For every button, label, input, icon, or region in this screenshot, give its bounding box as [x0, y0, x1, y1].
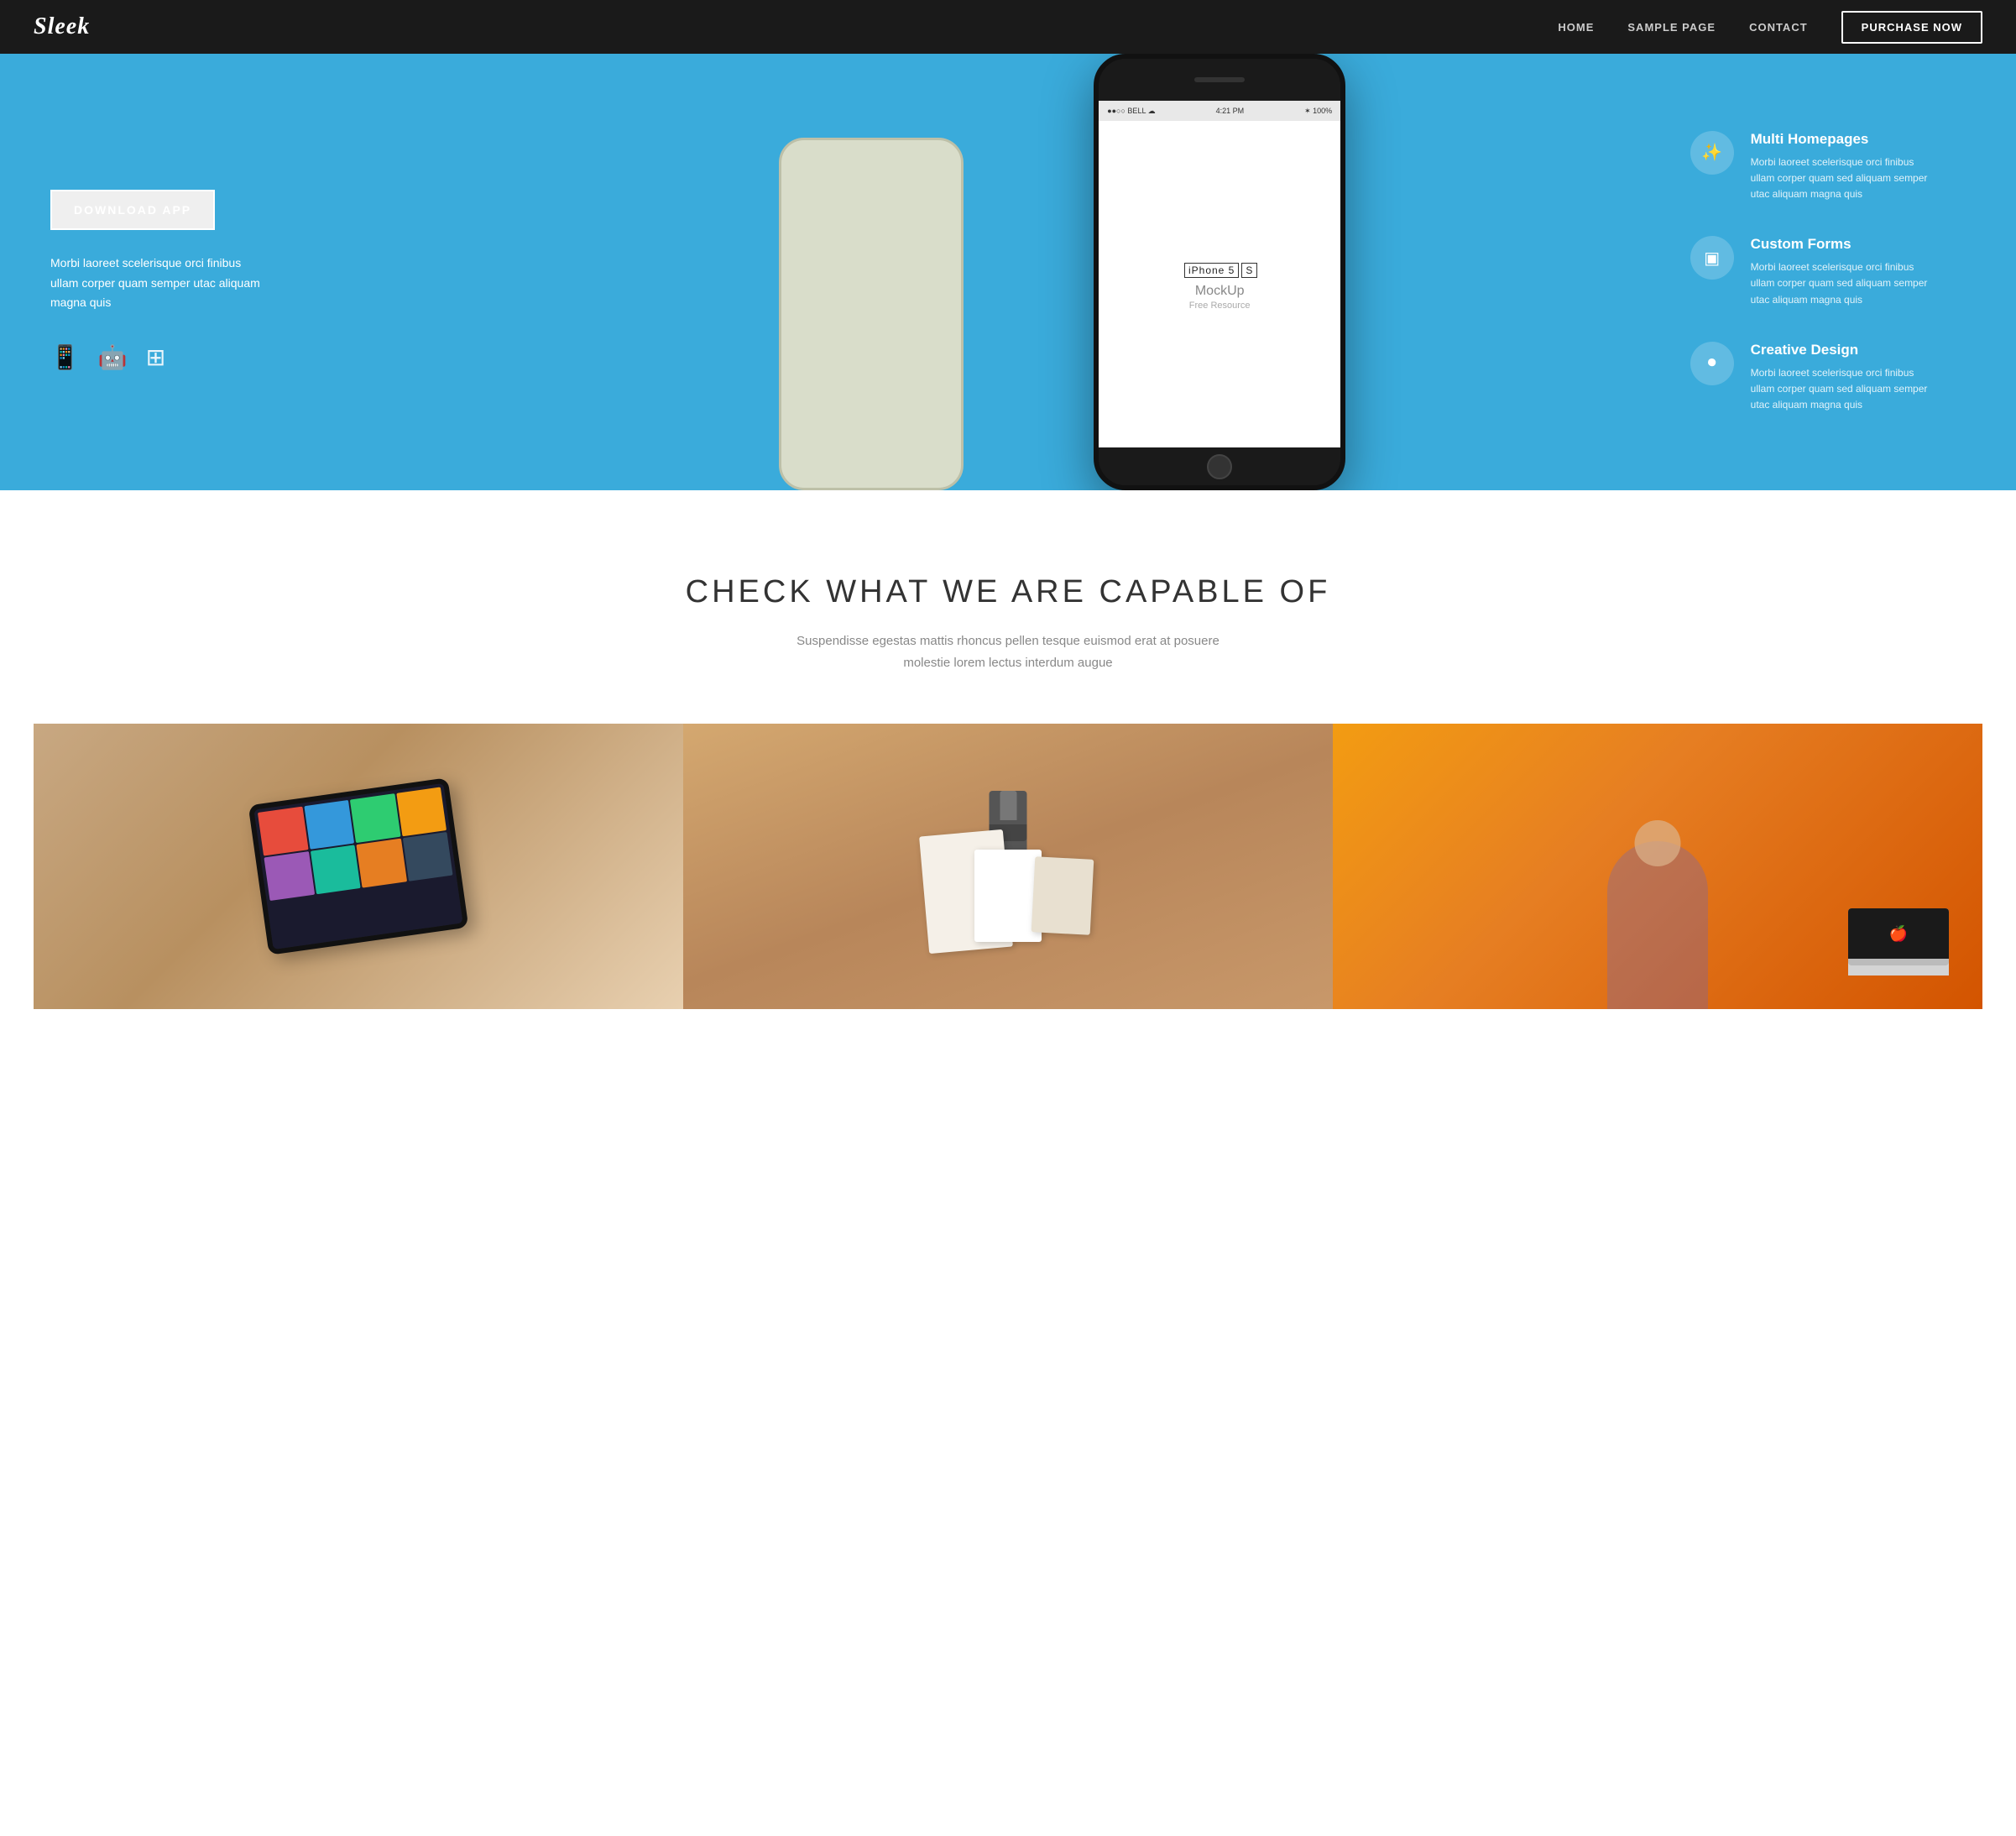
- hero-features: ✨ Multi Homepages Morbi laoreet sceleris…: [1674, 54, 2016, 490]
- feature-creative-design-title: Creative Design: [1751, 342, 1935, 358]
- download-app-button[interactable]: DOWNLOAD APP: [50, 190, 215, 230]
- nav-home[interactable]: HOME: [1558, 21, 1594, 34]
- phone-mockup-text: MockUp: [1195, 284, 1245, 299]
- nav-links: HOME SAMPLE PAGE CONTACT PURCHASE NOW: [1558, 11, 1982, 44]
- phone-model-suffix: S: [1241, 263, 1257, 278]
- hero-left: DOWNLOAD APP Morbi laoreet scelerisque o…: [0, 54, 766, 490]
- phone-screen: ●●○○ BELL ☁ 4:21 PM ✶ 100% iPhone 5S Moc…: [1099, 101, 1340, 447]
- nav-sample-page[interactable]: SAMPLE PAGE: [1627, 21, 1716, 34]
- stationery-items: [899, 782, 1117, 950]
- feature-multi-homepages: ✨ Multi Homepages Morbi laoreet sceleris…: [1690, 131, 1991, 203]
- feature-custom-forms-text: Custom Forms Morbi laoreet scelerisque o…: [1751, 236, 1935, 308]
- stationery-card-3: [1032, 856, 1094, 935]
- phone-speaker: [1194, 77, 1245, 82]
- phone-status-left: ●●○○ BELL ☁: [1107, 107, 1155, 116]
- feature-custom-forms-desc: Morbi laoreet scelerisque orci finibus u…: [1751, 259, 1935, 308]
- image-card-person: 🍎: [1333, 724, 1982, 1009]
- phone-status-bar: ●●○○ BELL ☁ 4:21 PM ✶ 100%: [1099, 101, 1340, 121]
- laptop-base: [1848, 959, 1949, 965]
- capable-heading: CHECK WHAT WE ARE CAPABLE OF: [34, 574, 1982, 610]
- feature-creative-design-text: Creative Design Morbi laoreet scelerisqu…: [1751, 342, 1935, 414]
- phone-home-button: [1207, 454, 1232, 479]
- creative-design-icon: ⏺: [1690, 342, 1734, 385]
- hero-center-phones: ●●○○ BELL ☁ 4:21 PM ✶ 100% iPhone 5S Moc…: [766, 54, 1674, 490]
- purchase-button[interactable]: PURCHASE NOW: [1841, 11, 1982, 44]
- phone-free-text: Free Resource: [1189, 301, 1251, 311]
- laptop-screen: 🍎: [1848, 908, 1949, 959]
- navbar: Sleek HOME SAMPLE PAGE CONTACT PURCHASE …: [0, 0, 2016, 54]
- hero-description: Morbi laoreet scelerisque orci finibus u…: [50, 254, 269, 313]
- feature-custom-forms-title: Custom Forms: [1751, 236, 1935, 253]
- tablet-screen: [253, 783, 462, 949]
- phone-back: [779, 138, 964, 490]
- hero-section: DOWNLOAD APP Morbi laoreet scelerisque o…: [0, 54, 2016, 490]
- phone-iphone-label: iPhone 5S: [1182, 259, 1257, 280]
- phone-screen-content: iPhone 5S MockUp Free Resource: [1099, 121, 1340, 447]
- image-grid: 🍎: [34, 724, 1982, 1009]
- android-icon: 🤖: [98, 343, 128, 371]
- feature-multi-homepages-desc: Morbi laoreet scelerisque orci finibus u…: [1751, 154, 1935, 203]
- stamp-handle: [1000, 791, 1016, 820]
- tablet-cell-6: [310, 845, 360, 894]
- image-card-stationery: [683, 724, 1333, 1009]
- phone-status-time: 4:21 PM: [1216, 107, 1245, 115]
- nav-contact[interactable]: CONTACT: [1749, 21, 1808, 34]
- feature-creative-design-desc: Morbi laoreet scelerisque orci finibus u…: [1751, 365, 1935, 414]
- feature-creative-design: ⏺ Creative Design Morbi laoreet sceleris…: [1690, 342, 1991, 414]
- tablet-cell-2: [304, 800, 354, 850]
- tablet-cell-4: [396, 787, 447, 836]
- tablet-cell-3: [350, 793, 400, 843]
- phone-status-right: ✶ 100%: [1304, 107, 1332, 116]
- capable-subtext: Suspendisse egestas mattis rhoncus pelle…: [790, 630, 1226, 673]
- feature-multi-homepages-title: Multi Homepages: [1751, 131, 1935, 148]
- mobile-icon: 📱: [50, 343, 80, 371]
- platform-icons: 📱 🤖 ⊞: [50, 343, 724, 371]
- windows-icon: ⊞: [146, 343, 165, 371]
- tablet-cell-5: [264, 851, 314, 901]
- feature-multi-homepages-text: Multi Homepages Morbi laoreet scelerisqu…: [1751, 131, 1935, 203]
- phone-front: ●●○○ BELL ☁ 4:21 PM ✶ 100% iPhone 5S Moc…: [1094, 54, 1345, 490]
- tablet-cell-7: [356, 839, 406, 888]
- tablet-mockup: [248, 777, 469, 955]
- site-logo: Sleek: [34, 13, 90, 40]
- phone-top-bar: [1099, 59, 1340, 101]
- multi-homepages-icon: ✨: [1690, 131, 1734, 175]
- person-figure: [1574, 757, 1742, 1009]
- custom-forms-icon: ▣: [1690, 236, 1734, 280]
- phone-bottom-bar: [1099, 447, 1340, 485]
- tablet-cell-8: [402, 832, 452, 881]
- laptop-shape: 🍎: [1848, 908, 1949, 976]
- feature-custom-forms: ▣ Custom Forms Morbi laoreet scelerisque…: [1690, 236, 1991, 308]
- tablet-cell-1: [258, 807, 308, 856]
- image-card-tablet: [34, 724, 683, 1009]
- capable-section: CHECK WHAT WE ARE CAPABLE OF Suspendisse…: [0, 490, 2016, 1059]
- apple-logo-icon: 🍎: [1889, 925, 1908, 943]
